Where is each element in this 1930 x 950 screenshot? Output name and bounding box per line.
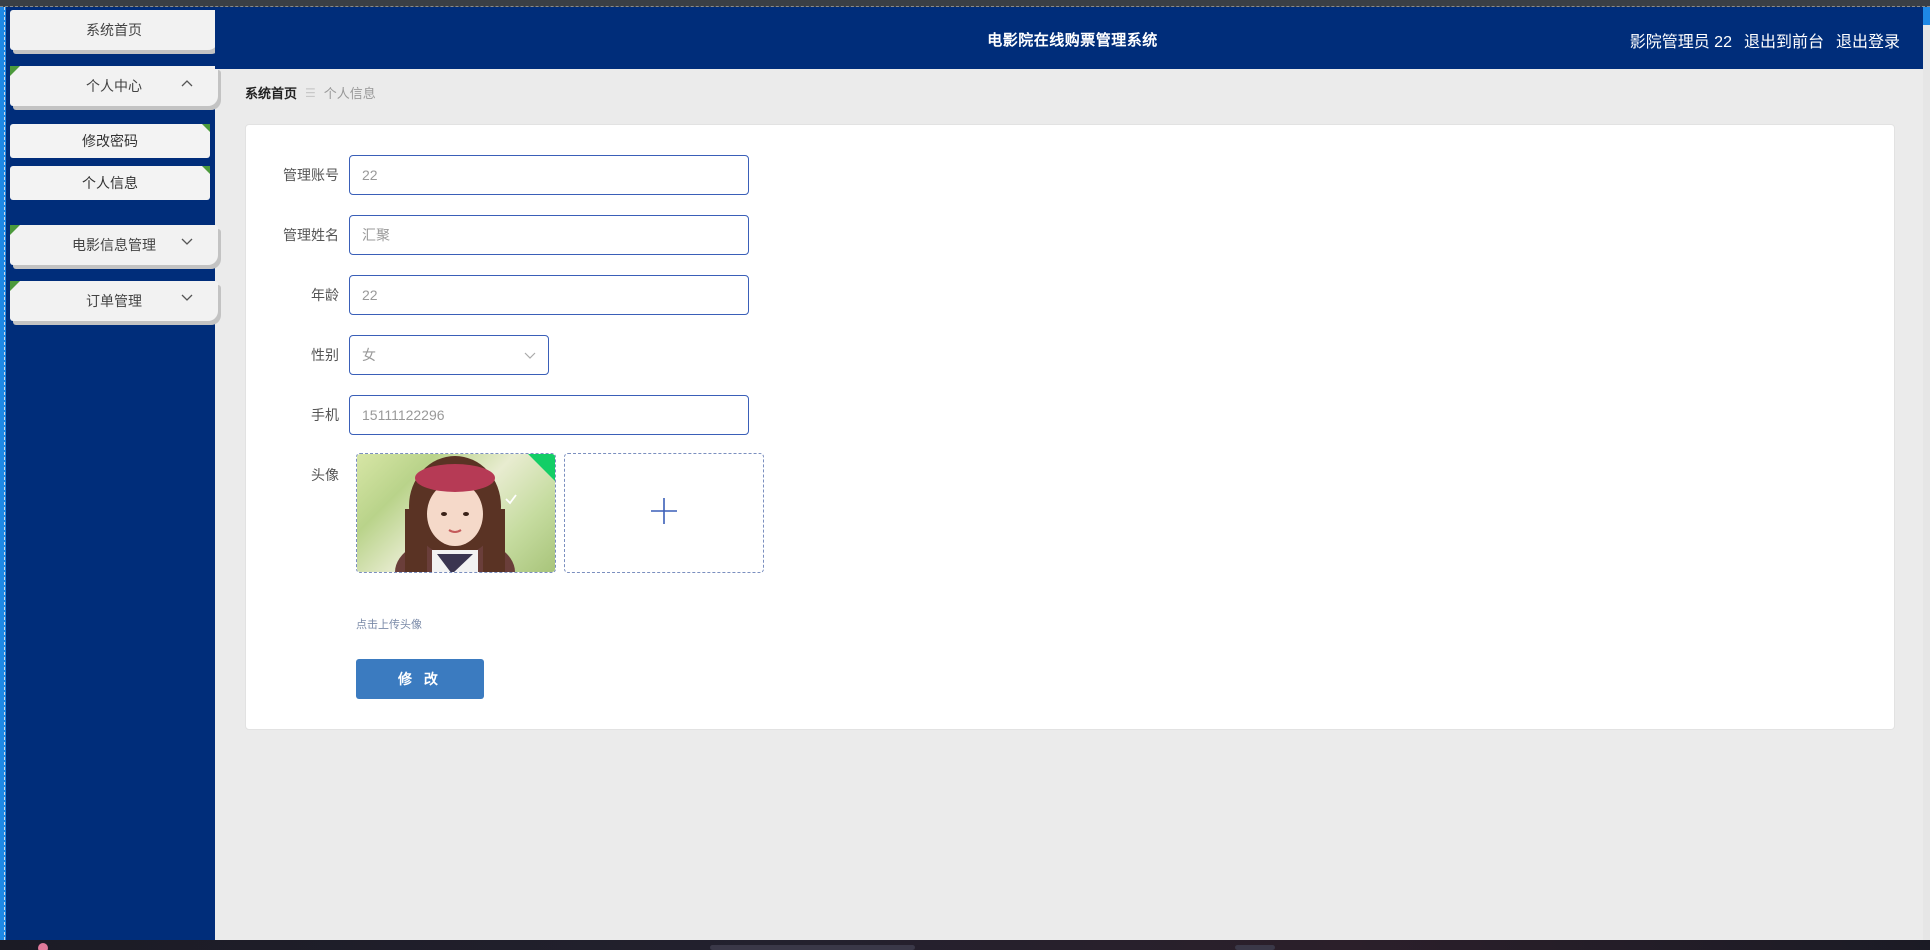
account-input[interactable] (349, 155, 749, 195)
age-label: 年龄 (311, 287, 339, 303)
app-window: 系统首页 个人中心 修改密码 个人信息 电影信息管理 订单管理 电影院在线购票管… (0, 0, 1930, 940)
breadcrumb-current: 个人信息 (323, 86, 376, 101)
check-icon (504, 492, 518, 506)
gender-select[interactable]: 女 (349, 335, 549, 375)
os-taskbar (0, 940, 1930, 950)
avatar-upload-tip: 点击上传头像 (356, 619, 422, 631)
window-top-bar (0, 0, 1930, 7)
chevron-down-icon (180, 291, 194, 305)
submit-button[interactable]: 修 改 (356, 659, 484, 699)
form-row-avatar: 头像 (246, 453, 349, 485)
avatar-uploader (356, 453, 764, 573)
chevron-up-icon (180, 76, 194, 90)
sidebar-subitem-label: 个人信息 (82, 175, 138, 191)
avatar-upload-button[interactable] (564, 453, 764, 573)
form-row-account: 管理账号 (246, 155, 749, 195)
current-user-label: 影院管理员 22 (1629, 34, 1732, 51)
age-input[interactable] (349, 275, 749, 315)
sidebar: 系统首页 个人中心 修改密码 个人信息 电影信息管理 订单管理 (0, 7, 218, 940)
menu-corner-decoration (10, 66, 20, 76)
menu-corner-decoration (10, 281, 20, 291)
account-label: 管理账号 (283, 167, 339, 183)
taskbar-app-icon[interactable] (38, 943, 48, 950)
form-row-phone: 手机 (246, 395, 749, 435)
sidebar-item-personal-center[interactable]: 个人中心 (10, 66, 218, 106)
form-row-age: 年龄 (246, 275, 749, 315)
sidebar-item-label: 电影信息管理 (72, 237, 156, 253)
sidebar-subitem-label: 修改密码 (82, 133, 138, 149)
form-row-gender: 性别 女 (246, 335, 549, 375)
gender-label: 性别 (311, 347, 339, 363)
avatar-preview[interactable] (356, 453, 556, 573)
sidebar-item-label: 订单管理 (86, 293, 142, 309)
menu-corner-decoration (202, 124, 210, 132)
chevron-down-icon (180, 235, 194, 249)
sidebar-item-movie-management[interactable]: 电影信息管理 (10, 225, 218, 265)
breadcrumb: 系统首页 ☰ 个人信息 (245, 83, 376, 102)
form-row-name: 管理姓名 (246, 215, 749, 255)
plus-icon (649, 496, 679, 531)
phone-input[interactable] (349, 395, 749, 435)
sidebar-subitem-personal-info[interactable]: 个人信息 (10, 166, 210, 200)
taskbar-segment (1235, 945, 1275, 950)
sidebar-item-label: 个人中心 (86, 78, 142, 94)
breadcrumb-home[interactable]: 系统首页 (245, 83, 297, 102)
sidebar-item-home[interactable]: 系统首页 (10, 10, 218, 50)
menu-corner-decoration (10, 225, 20, 235)
phone-label: 手机 (311, 407, 339, 423)
header-user-area: 影院管理员 22 退出到前台 退出登录 (1630, 28, 1900, 52)
scrollbar-thumb[interactable] (1923, 7, 1930, 25)
gender-selected-value: 女 (362, 347, 376, 363)
taskbar-segment (710, 945, 915, 950)
avatar-label: 头像 (311, 467, 339, 483)
vertical-scrollbar[interactable] (1923, 7, 1930, 940)
breadcrumb-separator: ☰ (305, 85, 316, 100)
sidebar-item-label: 系统首页 (86, 22, 142, 38)
sidebar-subitem-change-password[interactable]: 修改密码 (10, 124, 210, 158)
logout-link[interactable]: 退出登录 (1836, 28, 1900, 52)
menu-corner-decoration (202, 166, 210, 174)
sidebar-item-order-management[interactable]: 订单管理 (10, 281, 218, 321)
chevron-down-icon (524, 347, 536, 363)
name-label: 管理姓名 (283, 227, 339, 243)
profile-form-card: 管理账号 管理姓名 年龄 性别 女 手机 头像 (245, 124, 1895, 730)
avatar-image (357, 454, 555, 572)
goto-front-link[interactable]: 退出到前台 (1744, 28, 1824, 52)
name-input[interactable] (349, 215, 749, 255)
top-header: 电影院在线购票管理系统 影院管理员 22 退出到前台 退出登录 (215, 7, 1930, 69)
